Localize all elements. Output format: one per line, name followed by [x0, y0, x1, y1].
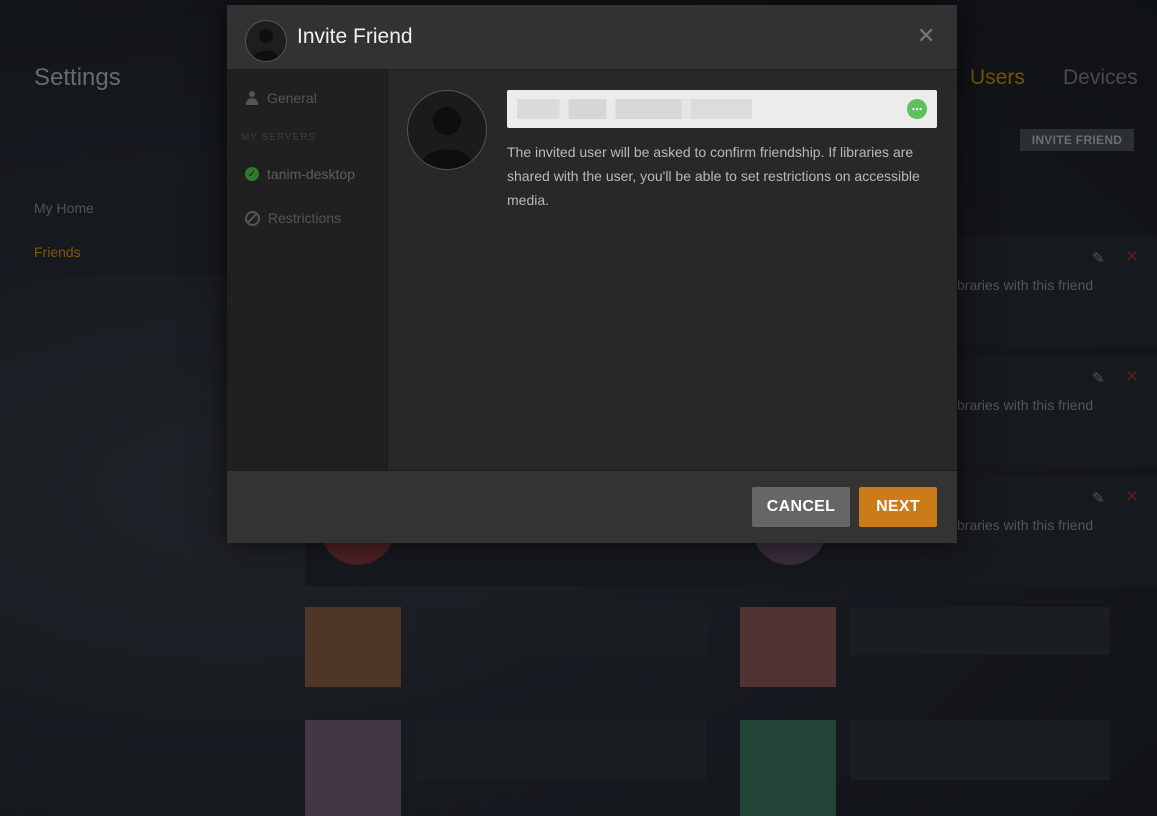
autocomplete-icon[interactable]: ⋯	[907, 99, 927, 119]
sidebar-item-server[interactable]: ✓ tanim-desktop	[245, 166, 355, 182]
sidebar-item-restrictions[interactable]: Restrictions	[245, 210, 341, 226]
avatar	[407, 90, 487, 170]
invite-friend-dialog: Invite Friend ✕ General MY SERVERS ✓ tan…	[227, 5, 957, 543]
avatar	[245, 20, 287, 62]
user-icon	[245, 91, 259, 105]
check-icon: ✓	[245, 167, 259, 181]
cancel-button[interactable]: CANCEL	[752, 487, 850, 527]
sidebar-item-label: tanim-desktop	[267, 166, 355, 182]
dialog-footer: CANCEL NEXT	[227, 470, 957, 543]
next-button[interactable]: NEXT	[859, 487, 937, 527]
email-field[interactable]: ⋯	[507, 90, 937, 128]
sidebar-item-general[interactable]: General	[245, 90, 317, 106]
dialog-header: Invite Friend ✕	[227, 5, 957, 70]
close-icon[interactable]: ✕	[917, 23, 935, 49]
ban-icon	[245, 210, 260, 226]
dialog-title: Invite Friend	[297, 25, 413, 48]
email-value-blurred	[517, 99, 752, 119]
section-heading: MY SERVERS	[241, 132, 317, 143]
sidebar-item-label: Restrictions	[268, 210, 342, 226]
invite-hint-text: The invited user will be asked to confir…	[507, 144, 920, 208]
sidebar-item-label: General	[267, 90, 317, 106]
dialog-sidebar: General MY SERVERS ✓ tanim-desktop Restr…	[227, 70, 388, 470]
